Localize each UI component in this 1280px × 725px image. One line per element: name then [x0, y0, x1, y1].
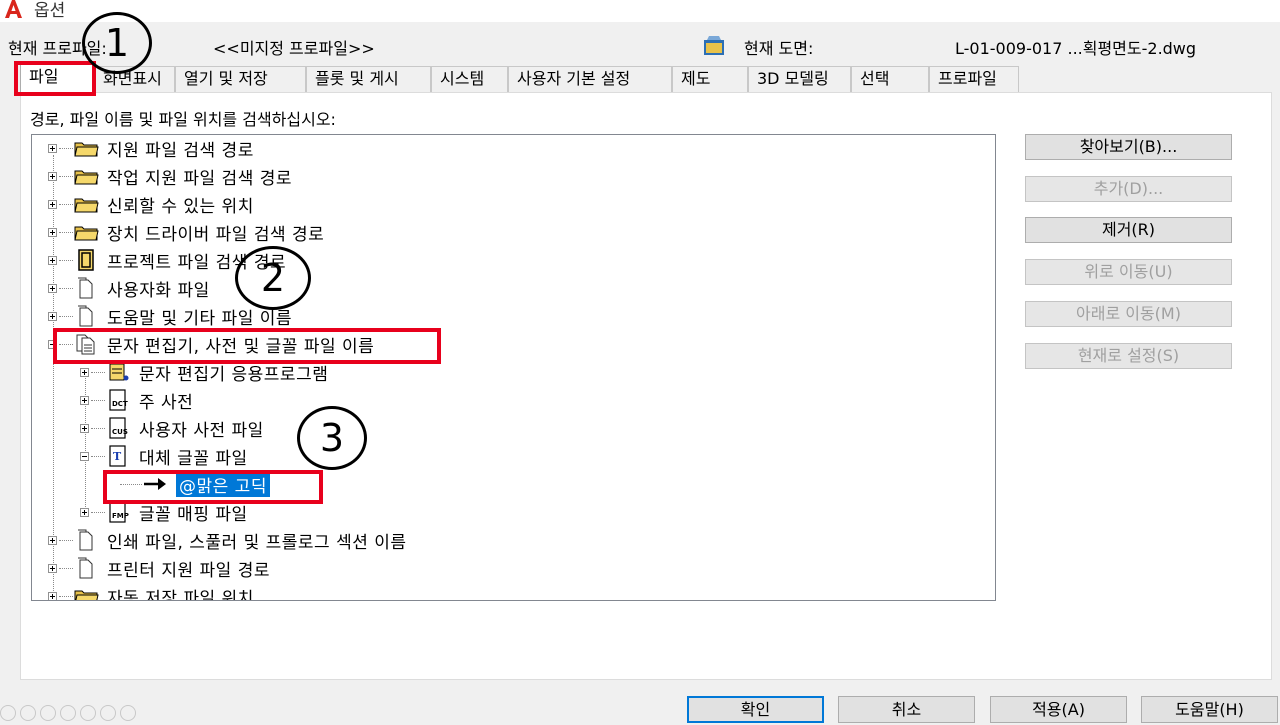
browse-button[interactable]: 찾아보기(B)...	[1025, 134, 1232, 160]
annotation-number-3: 3	[297, 406, 367, 470]
drawing-icon	[704, 36, 724, 55]
expand-plus-icon[interactable]	[48, 311, 57, 321]
status-circle-icon	[40, 705, 56, 721]
expand-plus-icon[interactable]	[48, 227, 57, 237]
status-circle-icon	[120, 705, 136, 721]
font-file-icon: T	[105, 445, 131, 467]
tab-drafting[interactable]: 제도	[672, 66, 748, 92]
move-down-button[interactable]: 아래로 이동(M)	[1025, 301, 1232, 327]
document-icon	[73, 557, 99, 579]
tree-item[interactable]: 도움말 및 기타 파일 이름	[48, 304, 292, 329]
add-button[interactable]: 추가(D)...	[1025, 176, 1232, 202]
tree-item[interactable]: 작업 지원 파일 검색 경로	[48, 164, 293, 189]
expand-plus-icon[interactable]	[80, 507, 89, 517]
tab-3d-modeling[interactable]: 3D 모델링	[748, 66, 851, 92]
tree-item-label: 대체 글꼴 파일	[139, 448, 248, 469]
ok-button[interactable]: 확인	[687, 696, 824, 723]
document-icon	[73, 305, 99, 327]
document-icon	[73, 529, 99, 551]
folder-icon	[73, 165, 99, 187]
expand-plus-icon[interactable]	[80, 423, 89, 433]
current-drawing-value: L-01-009-017 ...획평면도-2.dwg	[955, 39, 1197, 58]
highlight-box-files-tab	[14, 61, 96, 96]
tree-item[interactable]: 프린터 지원 파일 경로	[48, 556, 270, 581]
expand-plus-icon[interactable]	[48, 199, 57, 209]
expand-plus-icon[interactable]	[48, 591, 57, 600]
svg-text:DCT: DCT	[112, 400, 128, 408]
collapse-minus-icon[interactable]	[80, 451, 89, 461]
status-circle-icon	[80, 705, 96, 721]
expand-plus-icon[interactable]	[48, 563, 57, 573]
svg-text:FMP: FMP	[112, 512, 129, 520]
tree-item-label: 장치 드라이버 파일 검색 경로	[107, 224, 325, 245]
tree-item-label: 인쇄 파일, 스풀러 및 프롤로그 섹션 이름	[107, 532, 407, 553]
tab-user-preferences[interactable]: 사용자 기본 설정	[508, 66, 672, 92]
folder-icon	[73, 585, 99, 600]
tab-profiles[interactable]: 프로파일	[929, 66, 1019, 92]
tree-item-label: 신뢰할 수 있는 위치	[107, 196, 254, 217]
annotation-number-2: 2	[235, 246, 311, 310]
help-button[interactable]: 도움말(H)	[1141, 696, 1278, 723]
expand-plus-icon[interactable]	[48, 283, 57, 293]
tree-item-label: 사용자화 파일	[107, 280, 210, 301]
tree-item[interactable]: 자동 저장 파일 위치	[48, 584, 254, 601]
tree-item-expanded[interactable]: T 대체 글꼴 파일	[80, 444, 248, 469]
title-bar: 옵션	[0, 0, 1280, 22]
status-circle-icon	[20, 705, 36, 721]
app-logo-icon	[5, 0, 22, 18]
expand-plus-icon[interactable]	[48, 535, 57, 545]
expand-plus-icon[interactable]	[48, 143, 57, 153]
highlight-box-text-editor-item	[53, 328, 441, 364]
remove-button[interactable]: 제거(R)	[1025, 217, 1232, 243]
folder-icon	[73, 137, 99, 159]
custom-dictionary-icon: CUS	[105, 417, 131, 439]
status-circle-icon	[100, 705, 116, 721]
project-icon	[73, 249, 99, 271]
tree-item[interactable]: 장치 드라이버 파일 검색 경로	[48, 220, 325, 245]
text-editor-icon	[105, 361, 131, 383]
tree-item[interactable]: CUS 사용자 사전 파일	[80, 416, 264, 441]
window-title: 옵션	[34, 1, 66, 21]
highlight-box-font-item	[103, 470, 323, 504]
file-paths-tree[interactable]: 지원 파일 검색 경로 작업 지원 파일 검색 경로 신뢰할 수 있는 위치 장…	[31, 134, 996, 601]
tree-item[interactable]: 사용자화 파일	[48, 276, 210, 301]
font-map-icon: FMP	[105, 501, 131, 523]
tree-item-label: 지원 파일 검색 경로	[107, 140, 254, 161]
current-drawing-label: 현재 도면:	[744, 39, 814, 58]
svg-text:CUS: CUS	[112, 428, 128, 436]
tree-item-label: 자동 저장 파일 위치	[107, 588, 254, 601]
tree-item[interactable]: 지원 파일 검색 경로	[48, 136, 254, 161]
tab-open-and-save[interactable]: 열기 및 저장	[175, 66, 306, 92]
status-circle-icon	[60, 705, 76, 721]
tree-item-label: 주 사전	[139, 392, 194, 413]
tree-item[interactable]: DCT 주 사전	[80, 388, 194, 413]
expand-plus-icon[interactable]	[48, 171, 57, 181]
tab-system[interactable]: 시스템	[431, 66, 508, 92]
tab-plot-and-publish[interactable]: 플롯 및 게시	[306, 66, 431, 92]
folder-icon	[73, 193, 99, 215]
tree-item-label: 사용자 사전 파일	[139, 420, 264, 441]
expand-plus-icon[interactable]	[80, 367, 89, 377]
set-current-button[interactable]: 현재로 설정(S)	[1025, 343, 1232, 369]
tab-selection[interactable]: 선택	[851, 66, 929, 92]
svg-text:T: T	[113, 450, 122, 463]
dictionary-icon: DCT	[105, 389, 131, 411]
apply-button[interactable]: 적용(A)	[990, 696, 1127, 723]
expand-plus-icon[interactable]	[80, 395, 89, 405]
cancel-button[interactable]: 취소	[838, 696, 975, 723]
tree-item[interactable]: 신뢰할 수 있는 위치	[48, 192, 254, 217]
folder-icon	[73, 221, 99, 243]
status-icons	[0, 705, 136, 721]
annotation-number-1: 1	[82, 12, 152, 74]
tree-item-label: 작업 지원 파일 검색 경로	[107, 168, 293, 189]
tree-item[interactable]: 인쇄 파일, 스풀러 및 프롤로그 섹션 이름	[48, 528, 407, 553]
expand-plus-icon[interactable]	[48, 255, 57, 265]
status-circle-icon	[0, 705, 16, 721]
move-up-button[interactable]: 위로 이동(U)	[1025, 259, 1232, 285]
panel-heading: 경로, 파일 이름 및 파일 위치를 검색하십시오:	[30, 110, 336, 129]
tree-item-label: 프린터 지원 파일 경로	[107, 560, 270, 581]
current-profile-value: <<미지정 프로파일>>	[213, 39, 375, 58]
document-icon	[73, 277, 99, 299]
